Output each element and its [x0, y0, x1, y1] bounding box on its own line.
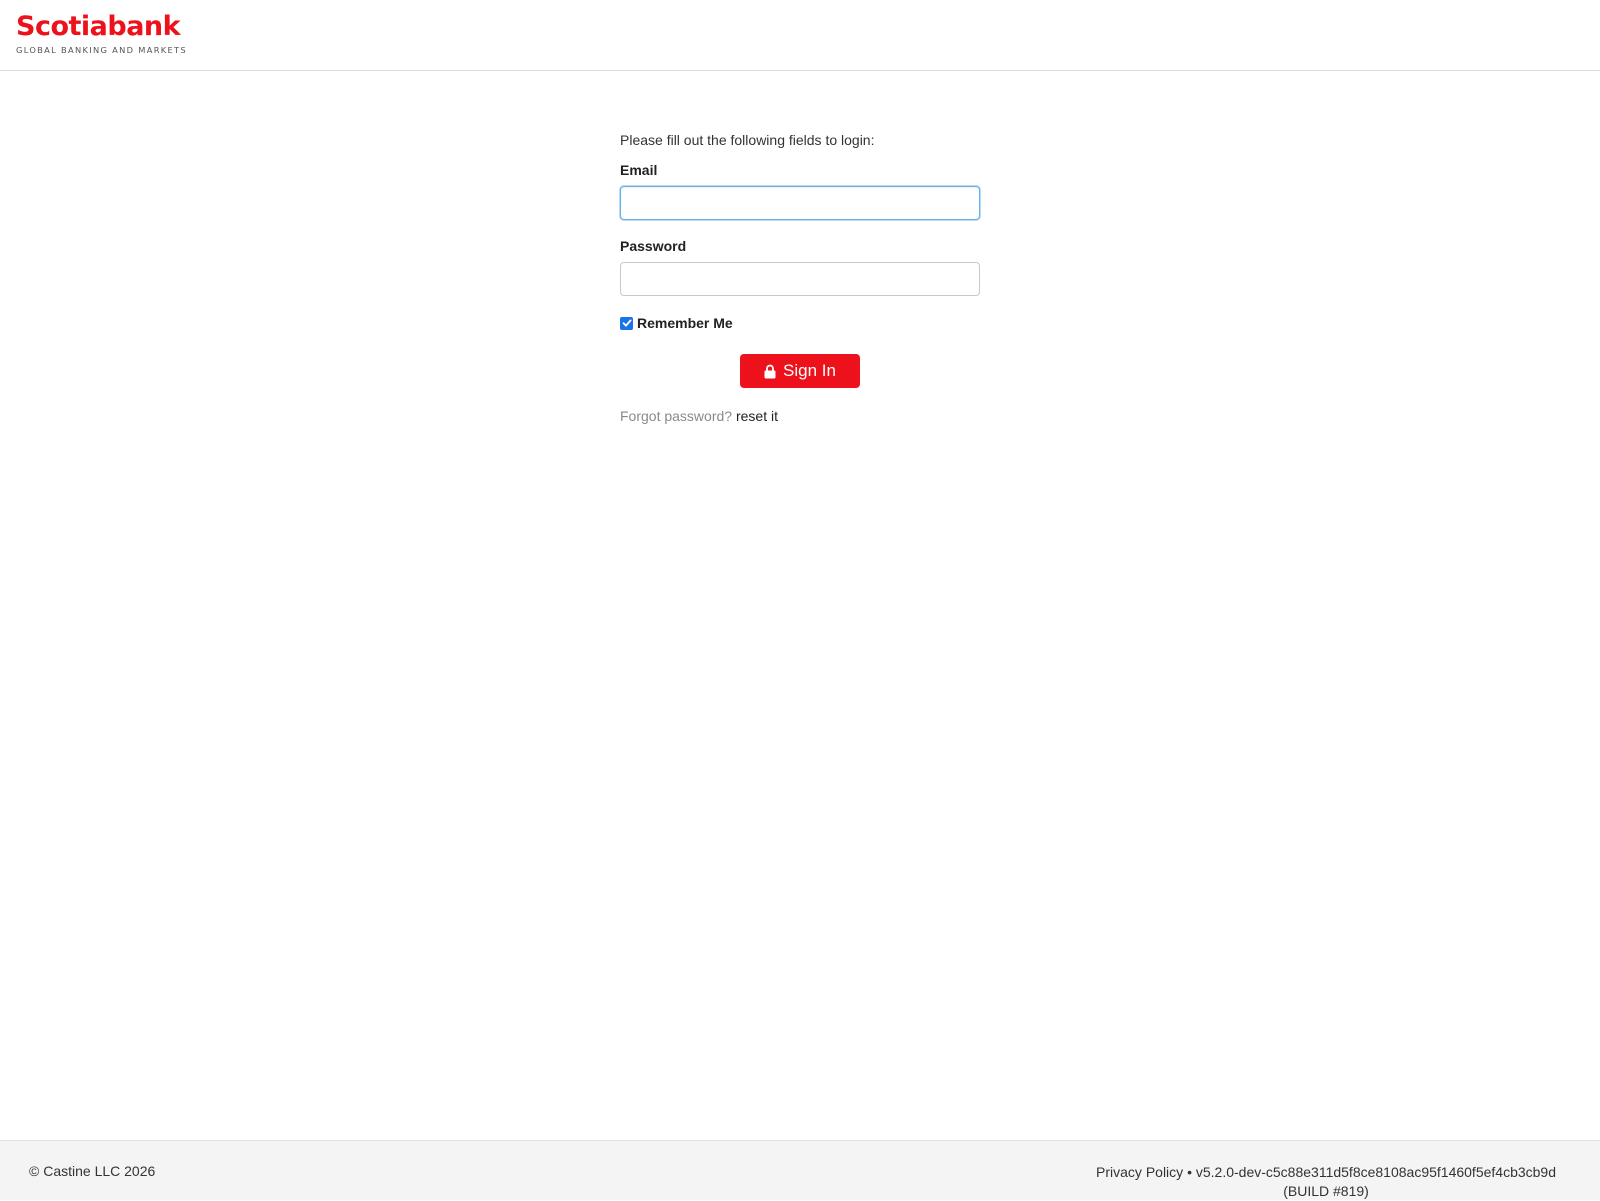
remember-me-label[interactable]: Remember Me	[637, 315, 733, 331]
checkmark-icon	[622, 319, 631, 327]
password-label: Password	[620, 238, 687, 254]
password-input[interactable]	[620, 262, 980, 296]
email-label: Email	[620, 162, 658, 178]
page-footer: © Castine LLC 2026 Privacy Policy • v5.2…	[0, 1140, 1600, 1200]
top-header: Scotiabank GLOBAL BANKING AND MARKETS	[0, 0, 1600, 71]
email-input[interactable]	[620, 186, 980, 220]
form-intro: Please fill out the following fields to …	[620, 132, 875, 148]
scotiabank-logo[interactable]: Scotiabank GLOBAL BANKING AND MARKETS	[16, 11, 187, 56]
reset-password-link[interactable]: reset it	[736, 408, 778, 424]
privacy-policy-link[interactable]: Privacy Policy	[1096, 1164, 1183, 1180]
signin-row: Sign In	[620, 354, 980, 388]
forgot-password-text: Forgot password?	[620, 408, 733, 424]
logo-tagline: GLOBAL BANKING AND MARKETS	[16, 45, 187, 55]
forgot-password-row: Forgot password? reset it	[620, 406, 980, 426]
lock-icon	[764, 364, 776, 379]
remember-me-checkbox[interactable]	[620, 316, 633, 330]
footer-meta: Privacy Policy • v5.2.0-dev-c5c88e311d5f…	[1096, 1163, 1556, 1201]
build-text: (BUILD #819)	[1283, 1183, 1369, 1199]
login-form: Please fill out the following fields to …	[620, 130, 980, 426]
footer-separator: •	[1187, 1164, 1192, 1180]
logo-wordmark: Scotiabank	[16, 11, 181, 42]
remember-me-row: Remember Me	[620, 313, 980, 333]
version-text: v5.2.0-dev-c5c88e311d5f8ce8108ac95f1460f…	[1195, 1164, 1556, 1180]
sign-in-label: Sign In	[783, 361, 836, 380]
sign-in-button[interactable]: Sign In	[740, 354, 860, 388]
copyright-text: © Castine LLC 2026	[29, 1163, 156, 1179]
